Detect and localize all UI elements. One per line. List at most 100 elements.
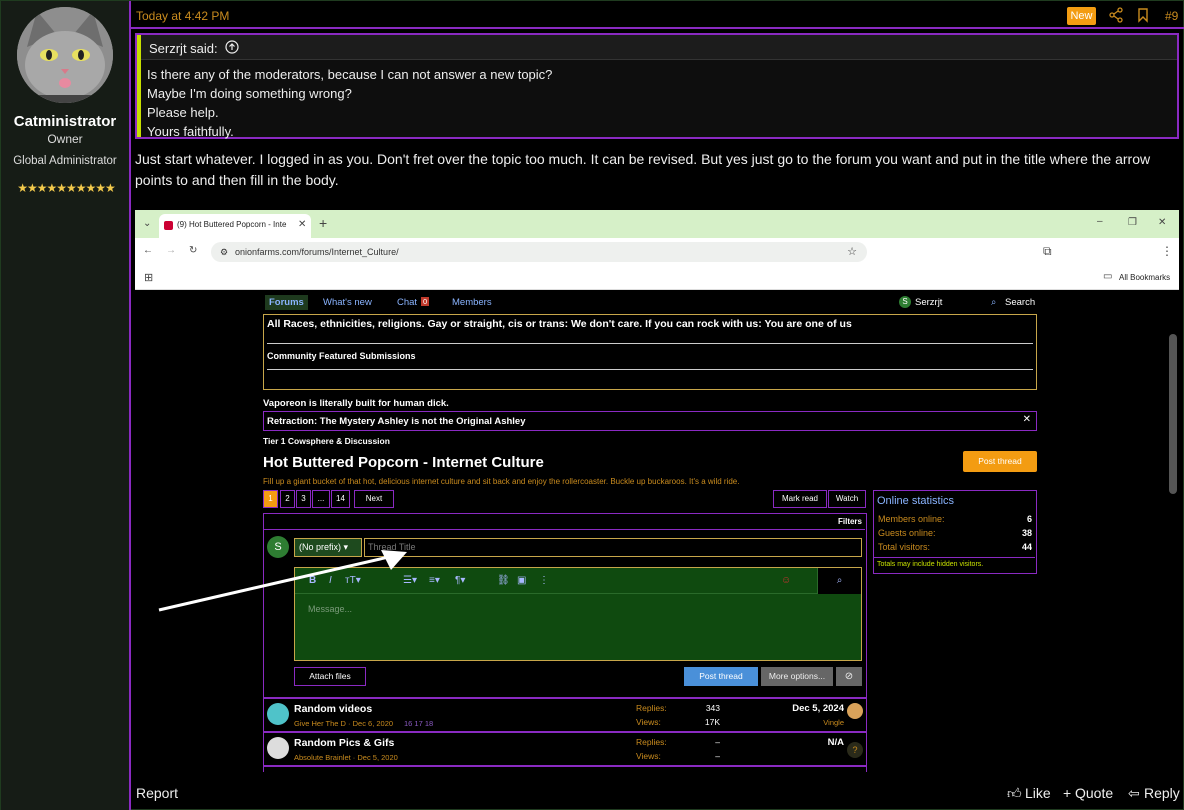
post-thread-label: Post thread — [699, 671, 743, 681]
notice-main: All Races, ethnicities, religions. Gay o… — [267, 318, 852, 330]
close-tab-icon[interactable]: ✕ — [298, 219, 306, 230]
image-icon[interactable]: ▣ — [517, 575, 526, 586]
page-14[interactable]: 14 — [331, 490, 350, 508]
total-visitors-value: 44 — [1021, 542, 1032, 552]
reload-icon[interactable]: ↻ — [189, 245, 197, 256]
breadcrumb[interactable]: Tier 1 Cowsphere & Discussion — [263, 436, 390, 446]
site-info-icon[interactable]: ⚙ — [220, 242, 228, 262]
report-link[interactable]: Report — [136, 785, 178, 801]
thread-pages[interactable]: 16 17 18 — [404, 719, 433, 728]
last-post-user[interactable]: Vingle — [823, 718, 844, 727]
online-stats: Online statistics Members online: 6 Guest… — [873, 490, 1037, 574]
quote-line: Maybe I'm doing something wrong? — [147, 86, 352, 101]
quote-button[interactable]: Quote — [1075, 785, 1113, 801]
page-1[interactable]: 1 — [263, 490, 278, 508]
nav-search[interactable]: Search — [1005, 297, 1035, 308]
reply-button[interactable]: Reply — [1144, 785, 1180, 801]
window-close-icon[interactable]: ✕ — [1158, 217, 1166, 228]
more-options-button[interactable]: More options... — [761, 667, 833, 686]
search-icon[interactable]: ⌕ — [991, 297, 996, 308]
replies-label: Replies: — [636, 703, 667, 713]
align-icon[interactable]: ≡▾ — [429, 575, 440, 586]
nav-user[interactable]: Serzrjt — [915, 297, 942, 308]
star-icon[interactable]: ☆ — [847, 242, 857, 262]
embedded-screenshot[interactable]: ⌄ (9) Hot Buttered Popcorn - Inte ✕ + – … — [135, 210, 1179, 772]
user-role: Owner — [47, 132, 83, 146]
post-thread-top-button[interactable]: Post thread — [963, 451, 1037, 472]
thread-title[interactable]: Random Pics & Gifs — [294, 737, 394, 749]
new-tab-icon[interactable]: + — [319, 215, 327, 231]
nav-chat[interactable]: Chat — [397, 297, 417, 308]
like-icon[interactable]: 👍︎ — [1007, 785, 1022, 802]
minimize-icon[interactable]: – — [1097, 216, 1103, 227]
page-2[interactable]: 2 — [280, 490, 295, 508]
nav-forums[interactable]: Forums — [265, 295, 308, 310]
link-icon[interactable]: ⛓ — [497, 575, 510, 586]
watch-button[interactable]: Watch — [828, 490, 866, 508]
tab-title: (9) Hot Buttered Popcorn - Inte — [177, 220, 287, 229]
attach-files-button[interactable]: Attach files — [294, 667, 366, 686]
scrollbar-thumb[interactable] — [1169, 334, 1177, 494]
arrow-up-circle-icon[interactable] — [225, 40, 239, 54]
last-post-date[interactable]: Dec 5, 2024 — [792, 703, 844, 714]
quote-line: Please help. — [147, 105, 219, 120]
address-bar[interactable]: ⚙ onionfarms.com/forums/Internet_Culture… — [211, 242, 867, 262]
unknown-avatar-icon: ? — [847, 742, 863, 758]
user-avatar[interactable] — [17, 7, 113, 103]
chevron-down-icon[interactable]: ⌄ — [143, 218, 151, 229]
post-number[interactable]: #9 — [1165, 9, 1178, 23]
plus-icon[interactable]: + — [1063, 785, 1071, 801]
preview-icon[interactable]: ⌕ — [817, 568, 861, 594]
apps-icon[interactable]: ⊞ — [144, 271, 153, 284]
nav-members[interactable]: Members — [452, 297, 492, 308]
restore-icon[interactable]: ❐ — [1128, 217, 1137, 228]
user-panel: Catministrator Owner Global Administrato… — [1, 1, 131, 810]
emoji-icon[interactable]: ☺ — [781, 575, 791, 586]
like-button[interactable]: Like — [1025, 785, 1051, 801]
bookmark-icon[interactable] — [1135, 7, 1151, 23]
paragraph-icon[interactable]: ¶▾ — [455, 575, 465, 586]
quote-block: Serzrjt said: Is there any of the modera… — [135, 33, 1179, 139]
all-bookmarks[interactable]: All Bookmarks — [1119, 273, 1170, 282]
post-thread-button[interactable]: Post thread — [684, 667, 758, 686]
stats-note: Totals may include hidden visitors. — [877, 561, 984, 568]
divider — [264, 529, 865, 530]
user-avatar-small[interactable]: S — [899, 296, 911, 308]
total-visitors-label: Total visitors: — [878, 542, 931, 552]
forward-icon[interactable]: → — [166, 245, 176, 256]
post-date[interactable]: Today at 4:42 PM — [136, 9, 229, 23]
nav-whats-new[interactable]: What's new — [323, 297, 372, 308]
cancel-icon[interactable]: ⊘ — [836, 667, 862, 686]
thread-avatar[interactable] — [267, 737, 289, 759]
quote-author[interactable]: Serzrjt said: — [149, 41, 218, 56]
dismiss-icon[interactable]: ✕ — [1023, 414, 1031, 425]
thread-avatar[interactable] — [267, 703, 289, 725]
back-icon[interactable]: ← — [143, 245, 153, 256]
more-icon[interactable]: ⋮ — [539, 575, 549, 586]
page-ellipsis[interactable]: ... — [312, 490, 330, 508]
reply-icon[interactable]: ⇦ — [1128, 785, 1140, 802]
browser-tab[interactable]: (9) Hot Buttered Popcorn - Inte — [159, 214, 311, 238]
notice-featured[interactable]: Community Featured Submissions — [267, 351, 416, 361]
menu-icon[interactable]: ⋮ — [1161, 244, 1173, 258]
thread-title-input[interactable]: Thread Title — [364, 538, 862, 557]
thread-title[interactable]: Random videos — [294, 703, 372, 715]
attach-label: Attach files — [309, 671, 351, 681]
thread-row[interactable]: Random Pics & Gifs Absolute Brainlet · D… — [263, 732, 867, 766]
mark-read-button[interactable]: Mark read — [773, 490, 827, 508]
filters-button[interactable]: Filters — [838, 517, 862, 526]
new-badge: New — [1067, 7, 1096, 25]
thread-row[interactable]: Random videos Give Her The D · Dec 6, 20… — [263, 698, 867, 732]
views-value: – — [715, 751, 720, 761]
views-value: 17K — [704, 717, 720, 727]
last-poster-avatar[interactable] — [847, 703, 863, 719]
extensions-icon[interactable]: ⧉ — [1043, 244, 1052, 259]
share-icon[interactable] — [1108, 7, 1124, 23]
thread-row[interactable] — [263, 766, 867, 772]
next-page-button[interactable]: Next — [354, 490, 394, 508]
guests-online-value: 38 — [1021, 528, 1032, 538]
username[interactable]: Catministrator — [1, 113, 129, 130]
bookmarks-bar: ⊞ ▭ All Bookmarks — [135, 266, 1179, 290]
post-header: Today at 4:42 PM New #9 — [131, 2, 1184, 29]
page-3[interactable]: 3 — [296, 490, 311, 508]
